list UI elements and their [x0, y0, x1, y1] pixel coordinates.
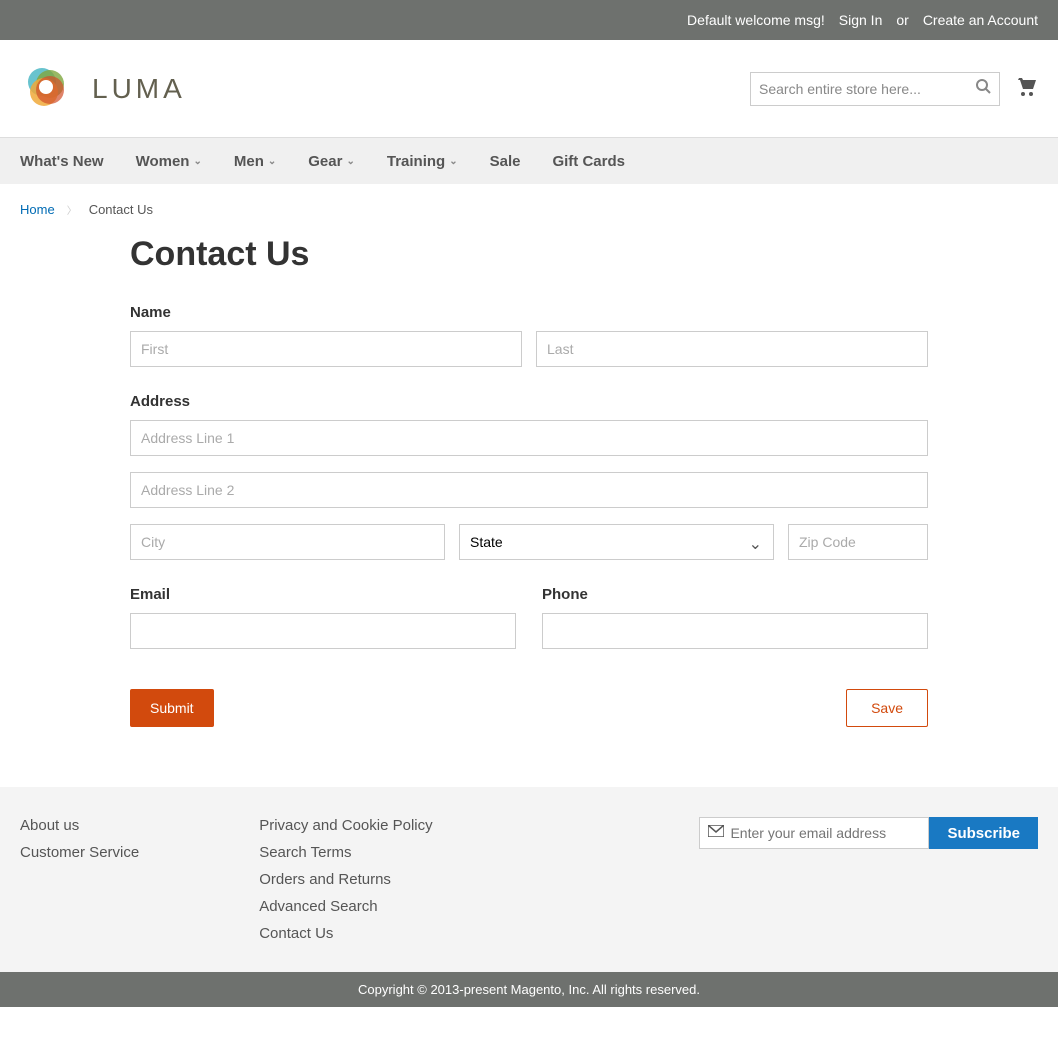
search-box[interactable]: [750, 72, 1000, 106]
mail-icon: [708, 824, 724, 842]
name-label: Name: [130, 304, 928, 321]
nav-training[interactable]: Training⌄: [387, 153, 458, 170]
chevron-down-icon: ⌄: [449, 156, 457, 167]
chevron-down-icon: ⌄: [346, 156, 354, 167]
chevron-right-icon: 〉: [67, 202, 77, 217]
page-title: Contact Us: [130, 235, 928, 274]
state-select[interactable]: State: [459, 524, 774, 560]
phone-input[interactable]: [542, 613, 928, 649]
last-name-input[interactable]: [536, 331, 928, 367]
logo[interactable]: LUMA: [20, 60, 186, 117]
footer-col-2: Privacy and Cookie Policy Search Terms O…: [259, 817, 432, 942]
address-label: Address: [130, 393, 928, 410]
nav-gift-cards[interactable]: Gift Cards: [552, 153, 625, 170]
chevron-down-icon: ⌄: [268, 156, 276, 167]
address-line1-input[interactable]: [130, 420, 928, 456]
nav-women[interactable]: Women⌄: [136, 153, 202, 170]
breadcrumb-home[interactable]: Home: [20, 202, 55, 217]
city-input[interactable]: [130, 524, 445, 560]
submit-button[interactable]: Submit: [130, 689, 214, 727]
cart-icon[interactable]: [1014, 74, 1038, 103]
footer: About us Customer Service Privacy and Co…: [0, 787, 1058, 972]
email-label: Email: [130, 586, 516, 603]
phone-label: Phone: [542, 586, 928, 603]
copyright: Copyright © 2013-present Magento, Inc. A…: [0, 972, 1058, 1007]
name-group: Name: [130, 304, 928, 367]
form-actions: Submit Save: [130, 689, 928, 727]
subscribe-button[interactable]: Subscribe: [929, 817, 1038, 849]
email-input[interactable]: [130, 613, 516, 649]
email-phone-row: Email Phone: [130, 586, 928, 649]
footer-link-orders-returns[interactable]: Orders and Returns: [259, 871, 432, 888]
nav-whats-new[interactable]: What's New: [20, 153, 104, 170]
save-button[interactable]: Save: [846, 689, 928, 727]
create-account-link[interactable]: Create an Account: [923, 12, 1038, 28]
address-line2-input[interactable]: [130, 472, 928, 508]
or-text: or: [896, 12, 908, 28]
footer-link-privacy[interactable]: Privacy and Cookie Policy: [259, 817, 432, 834]
nav-gear[interactable]: Gear⌄: [308, 153, 355, 170]
welcome-msg: Default welcome msg!: [687, 12, 825, 28]
footer-link-about[interactable]: About us: [20, 817, 139, 834]
newsletter: Subscribe: [699, 817, 1038, 942]
logo-text: LUMA: [92, 73, 186, 105]
main-content: Contact Us Name Address State ⌄ Email: [0, 235, 1058, 787]
footer-link-customer-service[interactable]: Customer Service: [20, 844, 139, 861]
footer-link-advanced-search[interactable]: Advanced Search: [259, 898, 432, 915]
newsletter-input[interactable]: [730, 825, 924, 841]
search-icon[interactable]: [975, 78, 991, 99]
zip-input[interactable]: [788, 524, 928, 560]
chevron-down-icon: ⌄: [193, 156, 201, 167]
nav-men[interactable]: Men⌄: [234, 153, 276, 170]
footer-col-1: About us Customer Service: [20, 817, 139, 942]
breadcrumb-current: Contact Us: [89, 202, 153, 217]
header: LUMA: [0, 40, 1058, 138]
footer-link-search-terms[interactable]: Search Terms: [259, 844, 432, 861]
footer-link-contact[interactable]: Contact Us: [259, 925, 432, 942]
address-group: Address State ⌄: [130, 393, 928, 560]
search-input[interactable]: [759, 81, 975, 97]
signin-link[interactable]: Sign In: [839, 12, 883, 28]
logo-icon: [20, 60, 72, 117]
nav-sale[interactable]: Sale: [490, 153, 521, 170]
top-bar: Default welcome msg! Sign In or Create a…: [0, 0, 1058, 40]
first-name-input[interactable]: [130, 331, 522, 367]
breadcrumb: Home 〉 Contact Us: [0, 184, 1058, 235]
main-nav: What's New Women⌄ Men⌄ Gear⌄ Training⌄ S…: [0, 138, 1058, 184]
